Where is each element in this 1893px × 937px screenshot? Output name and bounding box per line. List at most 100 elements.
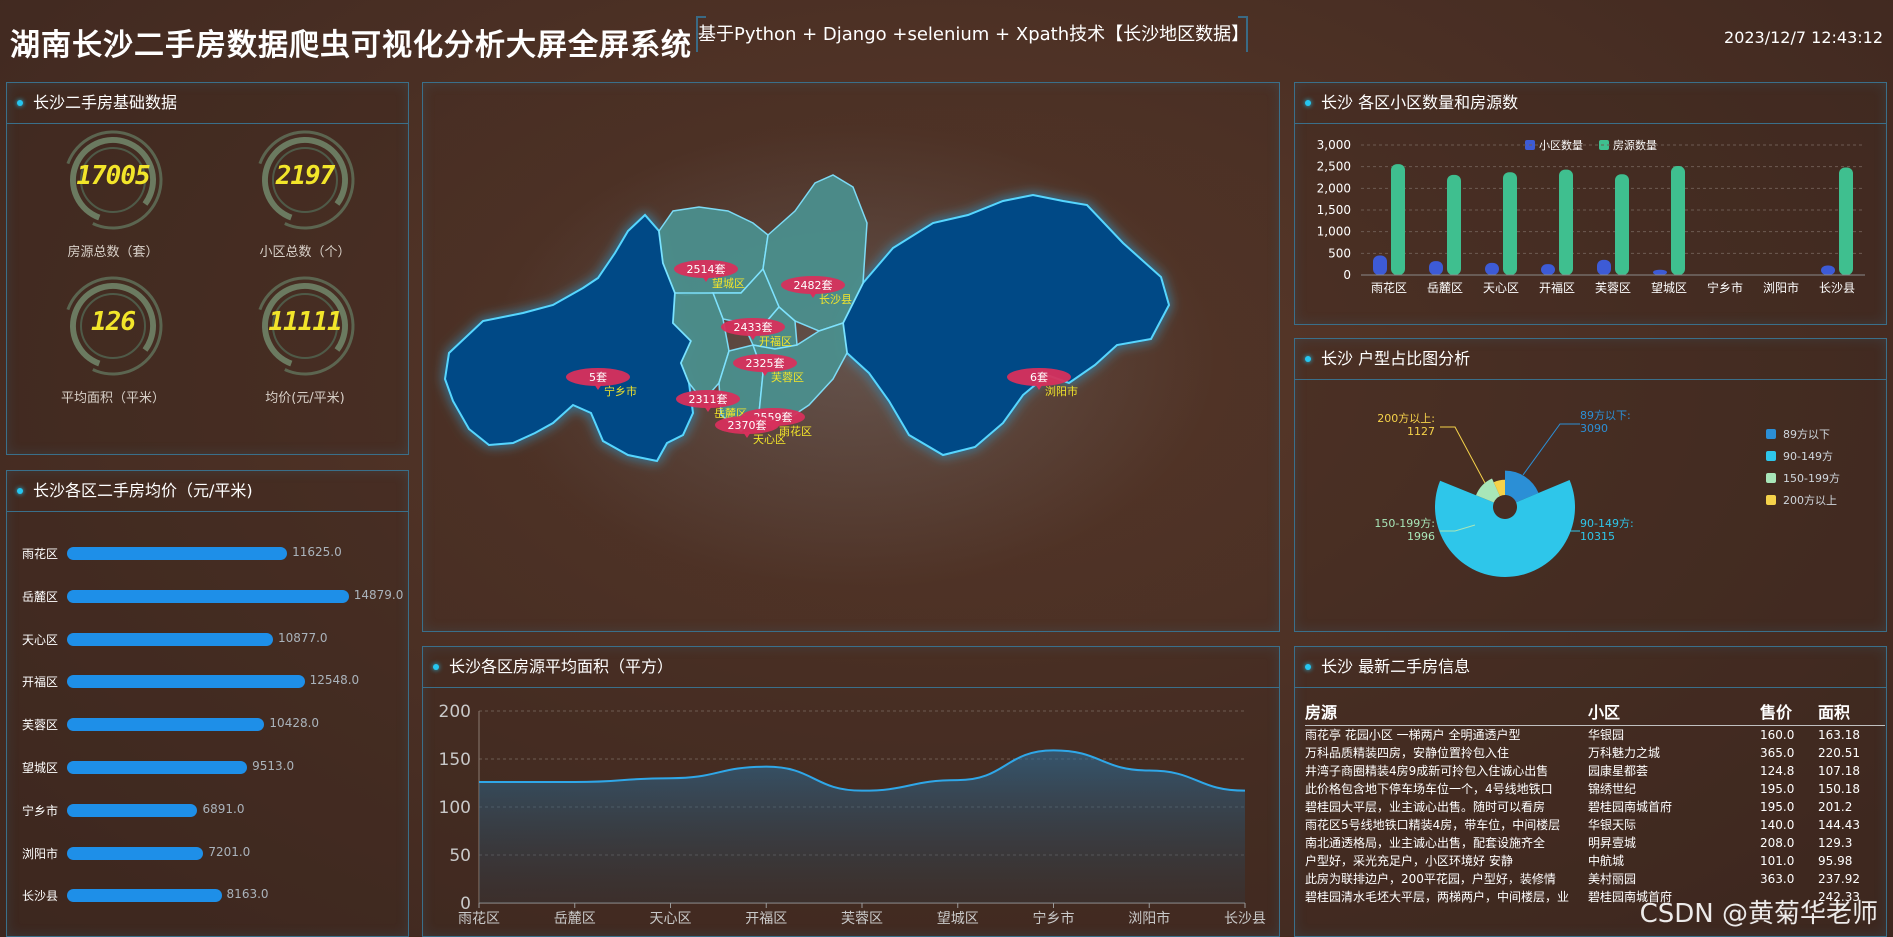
avg-area-panel: 长沙各区房源平均面积（平方） 0 50 100 150 200 雨花区 岳麓区 天心区 开福区芙… bbox=[422, 646, 1280, 937]
bar bbox=[67, 803, 198, 817]
y-tick-label: 50 bbox=[449, 846, 471, 866]
bar-row: 长沙县 8163.0 bbox=[7, 884, 415, 906]
bar bbox=[67, 632, 273, 646]
table-row[interactable]: 此价格包含地下停车场车位一个，4号线地铁口 锦绣世纪 195.0 150.18 bbox=[1305, 780, 1885, 798]
marker-district-label: 望城区 bbox=[712, 277, 745, 290]
table-cell: 华银园 bbox=[1588, 728, 1625, 742]
table-header: 房源 小区 售价 面积 bbox=[1305, 699, 1885, 726]
bar-row: 天心区 10877.0 bbox=[7, 628, 415, 650]
marker-district-label: 宁乡市 bbox=[604, 384, 637, 398]
bar-value-label: 9513.0 bbox=[252, 759, 295, 773]
table-cell: 万科魅力之城 bbox=[1588, 746, 1661, 760]
table-row[interactable]: 雨花区5号线地铁口精装4房，带车位，中间楼层 华银天际 140.0 144.43 bbox=[1305, 816, 1885, 834]
marker-count-label: 2482套 bbox=[794, 279, 833, 292]
stat-value: 17005 bbox=[76, 161, 150, 191]
x-tick-label: 浏阳市 bbox=[1763, 280, 1799, 295]
map-region-ningxiang[interactable] bbox=[443, 213, 695, 463]
callout-value: 1127 bbox=[1407, 425, 1435, 438]
table-row[interactable]: 井湾子商圈精装4房9成新可拎包入住诚心出售 园康星都荟 124.8 107.18 bbox=[1305, 762, 1885, 780]
bullet-icon bbox=[17, 488, 23, 494]
bar-row: 芙蓉区 10428.0 bbox=[7, 713, 415, 735]
bar-value-label: 10877.0 bbox=[277, 630, 328, 645]
page-subtitle: 基于Python + Django +selenium + Xpath技术【长沙… bbox=[696, 16, 1249, 52]
marker-count-label: 2514套 bbox=[687, 263, 726, 276]
marker-district-label: 开福区 bbox=[759, 334, 792, 348]
bar-row: 浏阳市 7201.0 bbox=[7, 842, 415, 864]
bar-row: 望城区 9513.0 bbox=[7, 756, 415, 778]
table-cell: 雨花亭 花园小区 一梯两户 全明通透户型 bbox=[1305, 728, 1521, 742]
table-cell: 144.43 bbox=[1818, 818, 1860, 832]
callout-line bbox=[1440, 426, 1486, 484]
table-cell: 365.0 bbox=[1760, 746, 1795, 760]
panel-title: 长沙 户型占比图分析 bbox=[1295, 339, 1886, 380]
x-tick-label: 岳麓区 bbox=[554, 911, 596, 927]
table-row[interactable]: 雨花亭 花园小区 一梯两户 全明通透户型 华银园 160.0 163.18 bbox=[1305, 726, 1885, 744]
changsha-map[interactable]: 2514套望城区 2482套长沙县 2433套开福区 2325套芙蓉区 5套宁乡市 6套浏… bbox=[423, 83, 1279, 631]
stat-card: 2197 小区总数（个） bbox=[230, 125, 380, 260]
table-cell: 101.0 bbox=[1760, 854, 1795, 868]
table-row[interactable]: 碧桂园大平层，业主诚心出售。随时可以看房 碧桂园南城首府 195.0 201.2 bbox=[1305, 798, 1885, 816]
bar bbox=[1429, 261, 1443, 275]
table-cell: 园康星都荟 bbox=[1588, 764, 1649, 778]
table-cell: 碧桂园清水毛坯大平层，两梯两户，中间楼层，业 bbox=[1305, 890, 1570, 904]
bar-row: 雨花区 11625.0 bbox=[7, 542, 415, 564]
x-tick-label: 望城区 bbox=[1651, 281, 1687, 295]
bar-category-label: 芙蓉区 bbox=[22, 718, 59, 733]
table-row[interactable]: 万科品质精装四房，安静位置拎包入住 万科魅力之城 365.0 220.51 bbox=[1305, 744, 1885, 762]
table-row[interactable]: 此房为联排边户，200平花园，户型好，装修情 美村丽园 363.0 237.92 bbox=[1305, 870, 1885, 888]
callout-value: 10315 bbox=[1580, 530, 1615, 543]
bullet-icon bbox=[1305, 356, 1311, 362]
table-cell: 220.51 bbox=[1818, 746, 1860, 760]
column-header-area: 面积 bbox=[1818, 703, 1851, 722]
table-cell: 195.0 bbox=[1760, 800, 1795, 814]
table-cell: 中航城 bbox=[1588, 854, 1625, 868]
marker-count-label: 6套 bbox=[1030, 371, 1048, 384]
x-tick-label: 宁乡市 bbox=[1033, 910, 1075, 927]
x-tick-label: 雨花区 bbox=[1371, 280, 1407, 295]
stat-label: 平均面积（平米） bbox=[60, 391, 165, 406]
bar-category-label: 宁乡市 bbox=[22, 803, 59, 818]
y-tick-label: 2,500 bbox=[1317, 160, 1351, 174]
y-tick-label: 100 bbox=[439, 798, 471, 818]
callout-name: 90-149方: bbox=[1580, 516, 1634, 530]
bullet-icon bbox=[433, 664, 439, 670]
area-fill bbox=[479, 750, 1245, 903]
bar bbox=[1615, 174, 1629, 275]
bar-row: 开福区 12548.0 bbox=[7, 670, 415, 692]
legend-label: 200方以上 bbox=[1783, 493, 1837, 507]
callout-name: 89方以下: bbox=[1580, 408, 1631, 422]
y-tick-label: 150 bbox=[439, 750, 471, 770]
stat-card: 126 平均面积（平米） bbox=[38, 271, 188, 406]
table-row[interactable]: 南北通透格局，业主诚心出售，配套设施齐全 明昇壹城 208.0 129.3 bbox=[1305, 834, 1885, 852]
panel-title: 长沙二手房基础数据 bbox=[7, 83, 408, 124]
bar bbox=[67, 675, 305, 689]
page-title: 湖南长沙二手房数据爬虫可视化分析大屏全屏系统 bbox=[10, 28, 692, 63]
x-tick-label: 开福区 bbox=[1539, 280, 1575, 295]
x-tick-label: 长沙县 bbox=[1819, 281, 1855, 295]
stat-value: 11111 bbox=[268, 307, 342, 337]
table-cell: 美村丽园 bbox=[1588, 872, 1637, 886]
bar bbox=[1447, 174, 1461, 275]
bar bbox=[1391, 164, 1405, 275]
bar-category-label: 开福区 bbox=[22, 675, 59, 690]
marker-count-label: 2311套 bbox=[689, 393, 728, 406]
marker-count-label: 2325套 bbox=[746, 357, 785, 370]
bar-category-label: 岳麓区 bbox=[22, 589, 59, 604]
bar-value-label: 14879.0 bbox=[353, 587, 404, 602]
bar-value-label: 8163.0 bbox=[226, 887, 269, 902]
table-cell: 此房为联排边户，200平花园，户型好，装修情 bbox=[1305, 872, 1556, 886]
x-tick-label: 芙蓉区 bbox=[841, 910, 883, 927]
panel-title: 长沙 各区小区数量和房源数 bbox=[1295, 83, 1886, 124]
bar bbox=[1541, 264, 1555, 275]
bar-value-label: 7201.0 bbox=[208, 844, 251, 859]
marker-district-label: 芙蓉区 bbox=[771, 370, 804, 384]
bar bbox=[1373, 255, 1387, 275]
x-tick-label: 芙蓉区 bbox=[1595, 281, 1631, 295]
bar bbox=[1821, 265, 1835, 275]
x-tick-label: 天心区 bbox=[650, 911, 692, 927]
map-region-liuyang[interactable] bbox=[841, 193, 1171, 457]
x-tick-label: 望城区 bbox=[937, 911, 979, 927]
avg-area-chart: 050100150200雨花区 岳麓区 天心区 开福区 芙蓉区 望城区 宁乡市 浏阳市 长沙县 bbox=[439, 702, 1266, 927]
table-row[interactable]: 户型好，采光充足户，小区环境好 安静 中航城 101.0 95.98 bbox=[1305, 852, 1885, 870]
table-cell: 碧桂园南城首府 bbox=[1588, 800, 1673, 814]
